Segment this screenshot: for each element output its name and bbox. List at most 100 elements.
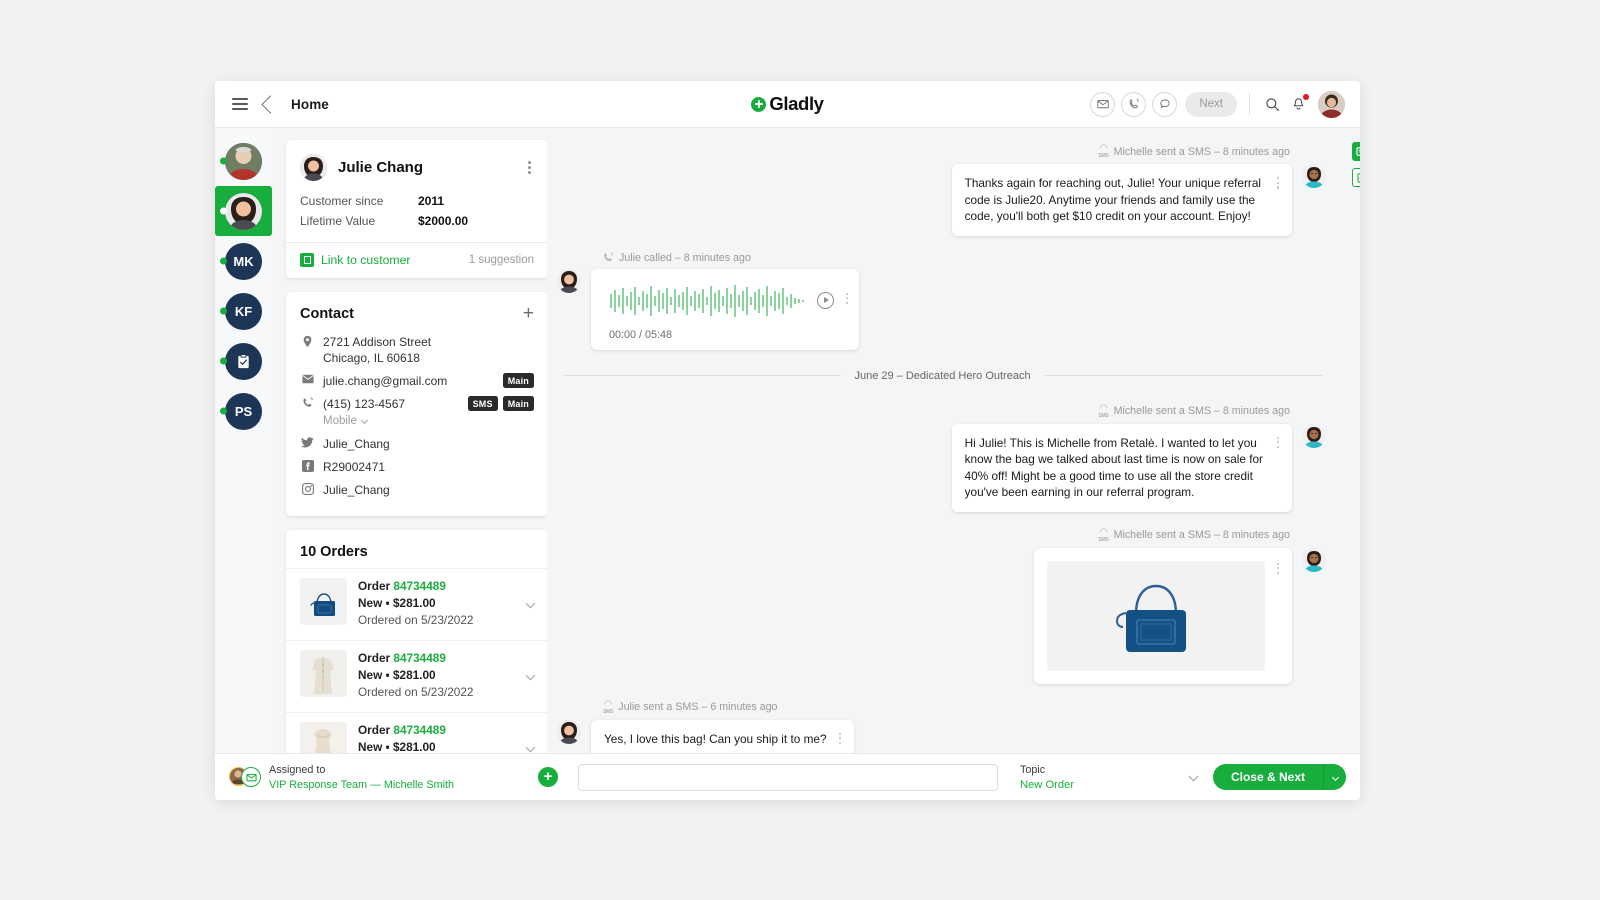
chevron-down-icon[interactable] — [525, 742, 536, 754]
brand-name: Gladly — [769, 93, 824, 114]
message-menu-icon[interactable] — [1276, 175, 1279, 189]
customer-menu-icon[interactable] — [525, 158, 534, 176]
order-date: Ordered on 5/23/2022 — [358, 613, 474, 627]
answers-widget-icon[interactable] — [1352, 142, 1360, 161]
badge-sms: SMS — [467, 396, 498, 411]
side-widgets — [1352, 142, 1360, 187]
rail-item-agent-kf[interactable]: KF — [215, 286, 272, 336]
contact-row-phone: (415) 123-4567 Mobile SMS Main — [286, 393, 547, 433]
facebook-icon — [300, 460, 315, 472]
message-meta: ◠ SMS Julie sent a SMS – 6 minutes ago — [557, 698, 1326, 715]
voice-call-card[interactable]: 00:00 / 05:48 — [591, 268, 859, 350]
rail-item-agent-mk[interactable]: MK — [215, 236, 272, 286]
online-status-dot — [220, 357, 227, 365]
order-number[interactable]: 84734489 — [393, 723, 446, 737]
message-meta: Julie called – 8 minutes ago — [557, 252, 1326, 264]
online-status-dot — [220, 257, 227, 265]
message-input[interactable] — [579, 764, 997, 790]
message-bubble[interactable]: Thanks again for reaching out, Julie! Yo… — [951, 164, 1292, 236]
message-meta-text: Michelle sent a SMS – 8 minutes ago — [1113, 145, 1290, 158]
image-message-bubble[interactable] — [1033, 547, 1292, 684]
rail-item-agent-ps[interactable]: PS — [215, 386, 272, 436]
phone-icon — [300, 397, 315, 409]
order-number[interactable]: 84734489 — [393, 651, 446, 665]
sms-icon: ◠SMS — [603, 698, 614, 715]
order-details: Order 84734489 New • $281.00 Ordered on … — [358, 579, 474, 627]
tasks-widget-icon[interactable] — [1352, 168, 1360, 187]
location-pin-icon — [300, 335, 315, 348]
address-line-2: Chicago, IL 60618 — [323, 351, 420, 365]
message-text: Thanks again for reaching out, Julie! Yo… — [964, 176, 1262, 223]
message-menu-icon[interactable] — [1276, 561, 1279, 575]
chevron-down-icon[interactable] — [361, 416, 369, 425]
add-button[interactable]: + — [538, 767, 559, 787]
chevron-down-icon[interactable] — [1188, 771, 1211, 783]
avatar — [1302, 164, 1326, 188]
hamburger-icon[interactable] — [232, 98, 248, 110]
order-number[interactable]: 84734489 — [393, 579, 446, 593]
gladly-app-window: Home Gladly Next MK KF PS Julie Chang Cu… — [215, 81, 1360, 800]
chevron-down-icon[interactable] — [525, 670, 536, 682]
message-menu-icon[interactable] — [846, 291, 849, 305]
message-menu-icon[interactable] — [1276, 435, 1279, 449]
rail-item-task[interactable] — [215, 336, 272, 386]
order-list-item[interactable]: Order 84734489 New • $281.00 Ordered on … — [286, 568, 547, 640]
topic-selector[interactable]: Topic New Order — [1020, 762, 1190, 792]
online-status-dot — [220, 407, 227, 415]
divider-line — [563, 375, 842, 376]
email-value[interactable]: julie.chang@gmail.com — [323, 373, 447, 389]
phone-icon[interactable] — [1121, 91, 1147, 117]
audio-waveform — [610, 284, 804, 317]
instagram-handle[interactable]: Julie_Chang — [323, 482, 390, 498]
avatar — [557, 719, 581, 744]
message-m3: ◠ SMS Michelle sent a SMS – 8 minutes ago… — [557, 403, 1326, 512]
order-thumbnail — [300, 650, 347, 697]
avatar — [1302, 423, 1326, 448]
chevron-down-icon[interactable] — [525, 598, 536, 610]
message-row: Hi Julie! This is Michelle from Retalè. … — [557, 423, 1326, 512]
add-contact-button[interactable]: + — [523, 304, 534, 323]
close-next-dropdown-icon[interactable] — [1324, 764, 1346, 790]
chevron-left-icon[interactable] — [261, 94, 280, 114]
breadcrumb[interactable]: Home — [291, 97, 329, 112]
contact-row-instagram: Julie_Chang — [286, 479, 547, 502]
field-value: 2011 — [418, 194, 445, 208]
close-next-button[interactable]: Close & Next — [1212, 764, 1323, 790]
twitter-handle[interactable]: Julie_Chang — [323, 436, 390, 452]
order-status: New — [358, 740, 383, 754]
phone-type[interactable]: Mobile — [323, 415, 369, 427]
play-icon[interactable] — [817, 291, 834, 309]
rail-item-agent-avatar-1[interactable] — [215, 136, 272, 186]
message-text: Yes, I love this bag! Can you ship it to… — [604, 731, 827, 746]
order-list-item[interactable]: Order 84734489 New • $281.00 Ordered on … — [286, 640, 547, 712]
field-label: Lifetime Value — [300, 214, 376, 228]
contact-row-email: julie.chang@gmail.com Main — [286, 370, 547, 393]
message-menu-icon[interactable] — [838, 731, 841, 745]
message-m5: ◠ SMS Julie sent a SMS – 6 minutes ago Ye… — [557, 698, 1326, 758]
next-button[interactable]: Next — [1185, 91, 1237, 117]
field-label: Customer since — [300, 194, 384, 208]
customer-field-row: Customer since 2011 — [286, 191, 547, 211]
link-to-customer-row[interactable]: Link to customer 1 suggestion — [286, 243, 547, 278]
bell-icon[interactable] — [1288, 94, 1309, 114]
assignment-info[interactable]: Assigned to VIP Response Team — Michelle… — [269, 762, 454, 792]
avatar — [557, 268, 581, 293]
order-price: $281.00 — [392, 668, 436, 682]
phone-value[interactable]: (415) 123-4567 Mobile — [323, 396, 405, 429]
divider-line — [1043, 375, 1323, 376]
conversation-pane[interactable]: ◠ SMS Michelle sent a SMS – 8 minutes ago… — [547, 128, 1360, 800]
order-label: Order — [358, 651, 391, 665]
message-meta-text: Julie sent a SMS – 6 minutes ago — [618, 701, 778, 713]
rail-item-customer-julie[interactable] — [215, 186, 272, 236]
message-composer[interactable] — [578, 763, 998, 791]
link-customer-icon — [300, 253, 314, 267]
twitter-icon — [300, 437, 315, 448]
facebook-id[interactable]: R29002471 — [323, 459, 385, 475]
chat-icon[interactable] — [1152, 91, 1178, 117]
avatar[interactable] — [1318, 90, 1345, 118]
message-bubble[interactable]: Hi Julie! This is Michelle from Retalè. … — [951, 423, 1292, 512]
envelope-icon — [300, 374, 315, 384]
assigned-to-label: Assigned to — [269, 764, 326, 776]
email-icon[interactable] — [1090, 91, 1116, 117]
search-icon[interactable] — [1262, 94, 1282, 114]
